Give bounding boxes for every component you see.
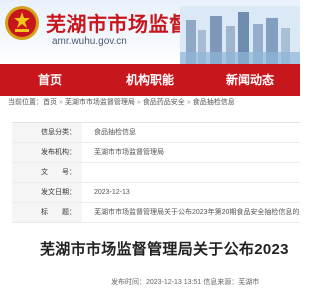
info-value: 食品抽检信息 bbox=[94, 129, 136, 136]
nav-item-home[interactable]: 首页 bbox=[0, 64, 100, 96]
info-value: 2023-12-13 bbox=[94, 189, 130, 196]
info-row-category: 信息分类： 食品抽检信息 bbox=[12, 123, 300, 143]
nav-item-news[interactable]: 新闻动态 bbox=[200, 64, 300, 96]
info-row-date: 发文日期： 2023-12-13 bbox=[12, 183, 300, 203]
info-label: 标 题： bbox=[12, 203, 82, 222]
breadcrumb-home[interactable]: 首页 bbox=[43, 99, 57, 106]
city-skyline-graphic bbox=[180, 6, 300, 64]
article-meta: 发布时间：2023-12-13 13:51 信息来源：芜湖市 bbox=[111, 279, 260, 286]
breadcrumb: 当前位置：首页» 芜湖市市场监督管理局» 食品药品安全» 食品抽检信息 bbox=[8, 99, 235, 106]
site-header: 芜湖市市场监督管理局（知识 amr.wuhu.gov.cn bbox=[0, 0, 300, 64]
info-label: 信息分类： bbox=[12, 123, 82, 142]
main-nav: 首页 机构职能 新闻动态 bbox=[0, 64, 300, 96]
breadcrumb-prefix: 当前位置： bbox=[8, 99, 43, 106]
site-url[interactable]: amr.wuhu.gov.cn bbox=[52, 36, 127, 47]
national-emblem-icon bbox=[5, 6, 39, 40]
info-row-publisher: 发布机构： 芜湖市市场监督管理局 bbox=[12, 143, 300, 163]
article-title: 芜湖市市场监督管理局关于公布2023 bbox=[40, 241, 289, 258]
info-label: 发文日期： bbox=[12, 183, 82, 202]
info-row-title: 标 题： 芜湖市市场监督管理局关于公布2023年第20期食品安全抽检信息的通 bbox=[12, 203, 300, 223]
document-info-table: 信息分类： 食品抽检信息 发布机构： 芜湖市市场监督管理局 文 号： 发文日期：… bbox=[12, 122, 300, 223]
info-value bbox=[94, 163, 300, 182]
info-label: 文 号： bbox=[12, 163, 82, 182]
breadcrumb-bureau[interactable]: 芜湖市市场监督管理局 bbox=[65, 99, 135, 106]
info-value: 芜湖市市场监督管理局 bbox=[94, 149, 164, 156]
nav-item-functions[interactable]: 机构职能 bbox=[100, 64, 200, 96]
info-row-doc-number: 文 号： bbox=[12, 163, 300, 183]
info-value: 芜湖市市场监督管理局关于公布2023年第20期食品安全抽检信息的通 bbox=[94, 209, 300, 216]
breadcrumb-food-sampling[interactable]: 食品抽检信息 bbox=[193, 99, 235, 106]
breadcrumb-food-drug-safety[interactable]: 食品药品安全 bbox=[143, 99, 185, 106]
info-label: 发布机构： bbox=[12, 143, 82, 162]
